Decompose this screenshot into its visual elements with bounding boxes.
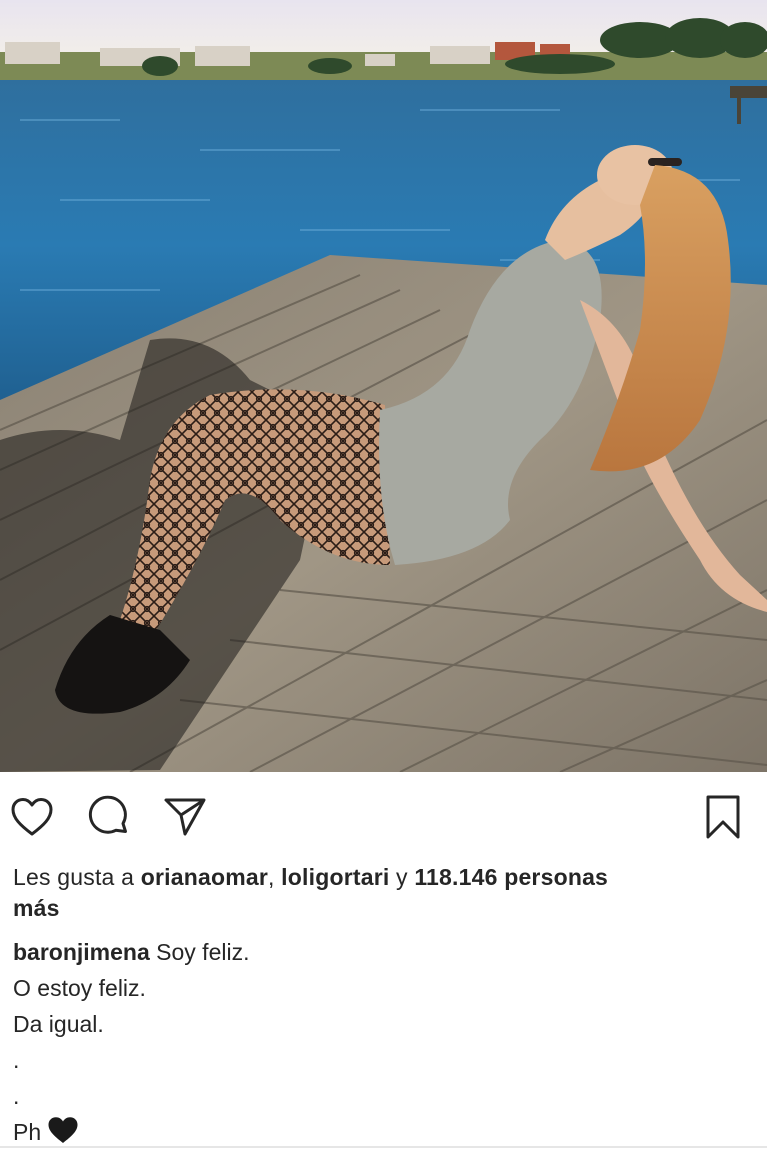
- post-caption: baronjimena Soy feliz. O estoy feliz. Da…: [13, 934, 733, 1150]
- post-photo-image: [0, 0, 767, 772]
- caption-text-6: Ph: [13, 1119, 42, 1145]
- comment-button[interactable]: [86, 794, 132, 840]
- save-button[interactable]: [700, 794, 746, 840]
- heart-outline-icon: [11, 798, 53, 836]
- caption-line-5: .: [13, 1083, 20, 1109]
- caption-line-4: .: [13, 1047, 20, 1073]
- post-photo[interactable]: [0, 0, 767, 772]
- paper-plane-icon: [164, 798, 206, 836]
- likes-count[interactable]: 118.146 personas: [414, 864, 608, 890]
- black-heart-icon: [47, 1116, 79, 1154]
- liker-username-2[interactable]: loligortari: [281, 864, 389, 890]
- liker-username-1[interactable]: orianaomar: [141, 864, 268, 890]
- caption-text-1: Soy feliz.: [149, 939, 250, 965]
- likes-separator: ,: [267, 864, 282, 890]
- like-button[interactable]: [9, 794, 55, 840]
- caption-line-6: Ph: [13, 1114, 733, 1150]
- caption-line-2: O estoy feliz.: [13, 975, 146, 1001]
- instagram-post: Les gusta a orianaomar, loligortari y 11…: [0, 0, 767, 1156]
- post-action-bar: [0, 772, 767, 862]
- comment-bubble-icon: [88, 795, 127, 834]
- likes-prefix: Les gusta a: [13, 864, 141, 890]
- bottom-divider: [0, 1146, 767, 1148]
- share-button[interactable]: [162, 794, 208, 840]
- caption-line-1: baronjimena Soy feliz.: [13, 934, 733, 970]
- likes-summary: Les gusta a orianaomar, loligortari y 11…: [13, 862, 733, 924]
- likes-suffix[interactable]: más: [13, 895, 60, 921]
- bookmark-icon: [706, 795, 740, 839]
- caption-username[interactable]: baronjimena: [13, 939, 150, 965]
- likes-connector: y: [389, 864, 415, 890]
- caption-line-3: Da igual.: [13, 1011, 104, 1037]
